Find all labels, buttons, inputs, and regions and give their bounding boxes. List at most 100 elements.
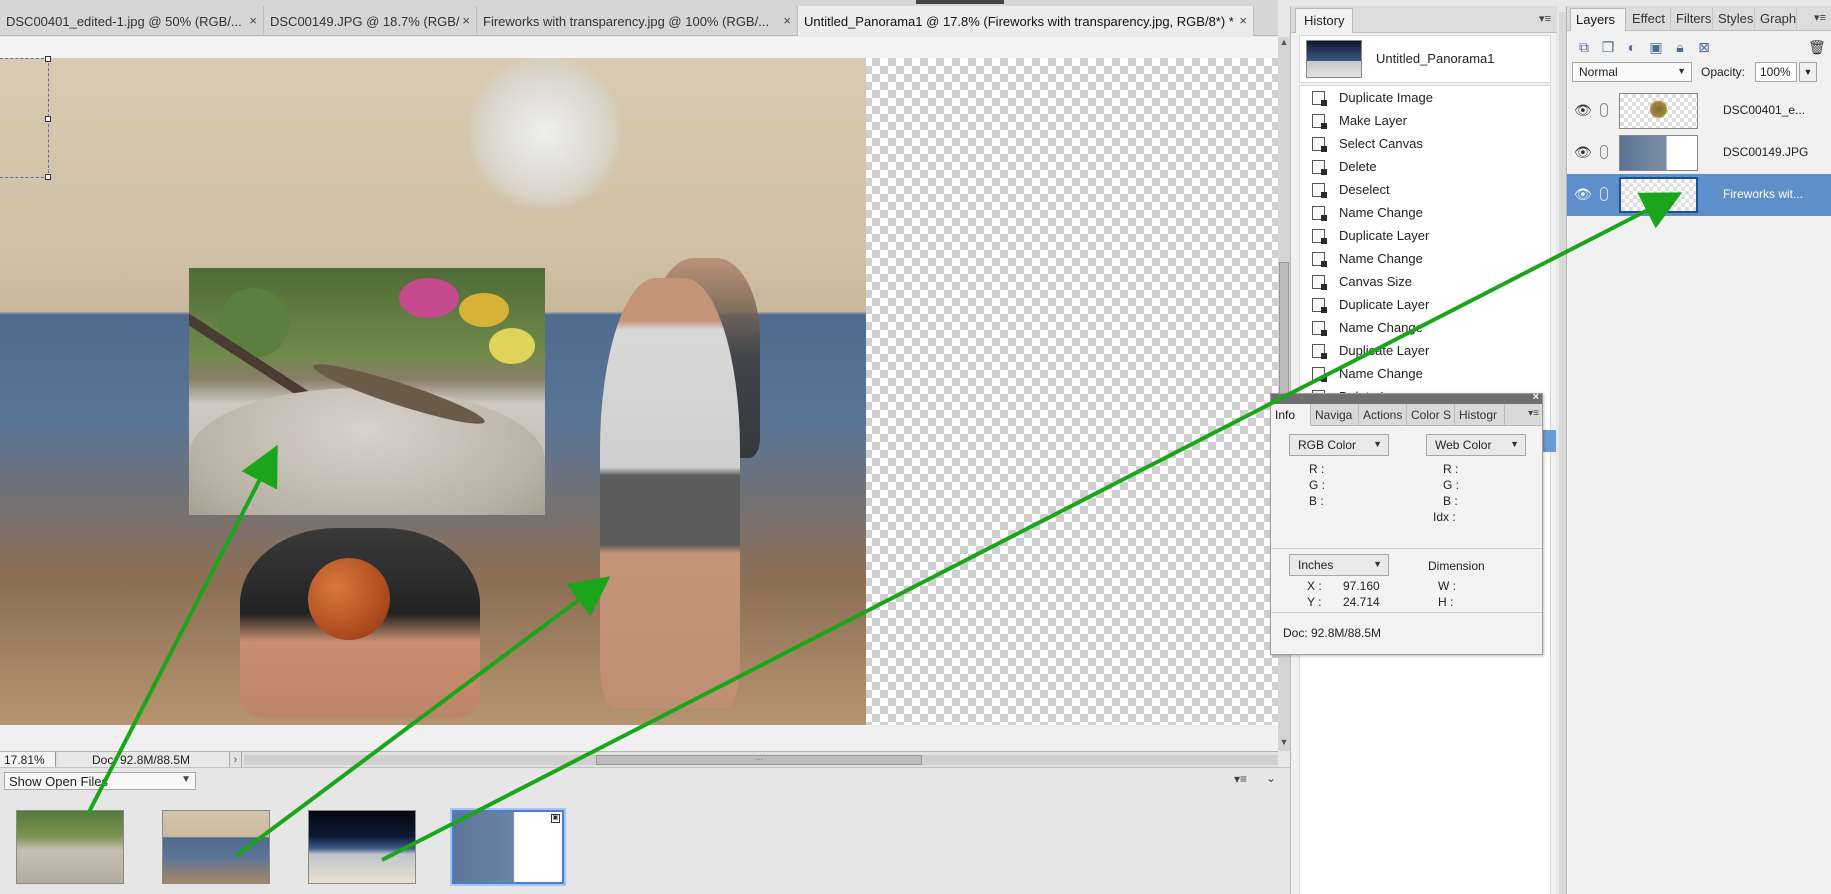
flower: [489, 328, 535, 364]
web-color-select[interactable]: Web Color ▼: [1426, 434, 1526, 456]
eye-icon[interactable]: 👁︎: [1574, 102, 1592, 119]
link-icon[interactable]: [1600, 187, 1608, 201]
tab-color-swatches[interactable]: Color S: [1407, 404, 1455, 426]
panel-menu-icon[interactable]: ▾≡: [1528, 408, 1539, 419]
tab-info[interactable]: Info: [1271, 404, 1311, 426]
close-icon[interactable]: ×: [1533, 391, 1539, 403]
opacity-field[interactable]: 100%: [1755, 62, 1797, 82]
panel-menu-icon[interactable]: ▾≡: [1814, 11, 1826, 24]
tab-dsc00401[interactable]: DSC00401_edited-1.jpg @ 50% (RGB/... ×: [0, 6, 264, 36]
info-b-right: B :: [1443, 494, 1458, 508]
tab-filters[interactable]: Filters: [1671, 8, 1713, 31]
show-open-files-label: Show Open Files: [9, 774, 108, 789]
web-color-label: Web Color: [1435, 438, 1492, 452]
bin-thumb-lizard[interactable]: [16, 810, 124, 884]
layer-row-fireworks[interactable]: 👁︎ Fireworks wit...: [1567, 174, 1831, 216]
close-icon[interactable]: ×: [1239, 13, 1247, 28]
units-select[interactable]: Inches ▼: [1289, 554, 1389, 576]
zoom-field[interactable]: 17.81%: [0, 752, 56, 768]
tab-navigator[interactable]: Naviga: [1311, 404, 1359, 426]
tab-actions[interactable]: Actions: [1359, 404, 1407, 426]
history-item-label: Delete: [1339, 159, 1377, 174]
eye-icon[interactable]: 👁︎: [1574, 144, 1592, 161]
history-item[interactable]: Duplicate Layer: [1300, 339, 1550, 362]
show-open-files-select[interactable]: Show Open Files ▼: [4, 772, 196, 790]
blend-mode-select[interactable]: Normal ▼: [1572, 62, 1692, 82]
horizontal-scroll-thumb[interactable]: ···: [596, 755, 922, 765]
divider: [1271, 612, 1542, 613]
tab-dsc00149[interactable]: DSC00149.JPG @ 18.7% (RGB/... ×: [264, 6, 477, 36]
selection-handle[interactable]: [45, 174, 51, 180]
flower: [399, 278, 459, 318]
history-item[interactable]: Name Change: [1300, 247, 1550, 270]
history-item[interactable]: Deselect: [1300, 178, 1550, 201]
doc-size-readout: Doc: 92.8M/88.5M: [58, 752, 230, 768]
layer-name: Fireworks wit...: [1723, 187, 1804, 201]
new-layer-icon[interactable]: ⧉: [1576, 39, 1592, 55]
status-menu-arrow-icon[interactable]: ›: [230, 752, 242, 768]
info-panel: × Info Naviga Actions Color S Histogr ▾≡…: [1270, 391, 1543, 655]
trash-icon[interactable]: 🗑︎: [1808, 39, 1826, 55]
bin-thumb-panorama[interactable]: ▣: [452, 810, 564, 884]
history-item[interactable]: Duplicate Layer: [1300, 224, 1550, 247]
history-item[interactable]: Delete: [1300, 155, 1550, 178]
link-icon[interactable]: [1600, 103, 1608, 117]
close-icon[interactable]: ×: [462, 13, 470, 28]
tab-graphics[interactable]: Graph: [1755, 8, 1797, 31]
history-state-icon: [1312, 298, 1327, 313]
info-panel-titlebar[interactable]: ×: [1271, 391, 1542, 404]
history-state-icon: [1312, 206, 1327, 221]
tab-styles[interactable]: Styles: [1713, 8, 1755, 31]
close-icon[interactable]: ×: [783, 13, 791, 28]
layer-row-dsc00149[interactable]: 👁︎ DSC00149.JPG: [1567, 132, 1831, 174]
link-icon[interactable]: [1600, 145, 1608, 159]
mask-icon[interactable]: ▣: [1648, 39, 1664, 55]
tab-fireworks[interactable]: Fireworks with transparency.jpg @ 100% (…: [477, 6, 798, 36]
lizard-photo-layer[interactable]: [189, 268, 545, 515]
layer-thumbnail: [1619, 135, 1698, 171]
tab-history[interactable]: History: [1295, 8, 1353, 33]
history-item[interactable]: Canvas Size: [1300, 270, 1550, 293]
player-foreground: [600, 278, 740, 708]
history-item[interactable]: Name Change: [1300, 201, 1550, 224]
selection-marquee[interactable]: [0, 56, 51, 180]
history-item[interactable]: Select Canvas: [1300, 132, 1550, 155]
scroll-up-icon[interactable]: ▲: [1278, 37, 1290, 49]
bin-thumb-basketball[interactable]: [162, 810, 270, 884]
tab-layers[interactable]: Layers: [1570, 8, 1626, 31]
rgb-color-select[interactable]: RGB Color ▼: [1289, 434, 1389, 456]
collapse-icon[interactable]: ⌄: [1266, 771, 1276, 785]
info-g-left: G :: [1309, 478, 1326, 492]
lock-icon[interactable]: 🔒︎: [1672, 39, 1688, 55]
tab-untitled-panorama[interactable]: Untitled_Panorama1 @ 17.8% (Fireworks wi…: [798, 6, 1254, 36]
panel-menu-icon[interactable]: ▾≡: [1539, 12, 1551, 25]
horizontal-scrollbar[interactable]: ···: [244, 755, 1278, 765]
history-snapshot[interactable]: Untitled_Panorama1: [1299, 35, 1551, 83]
history-state-icon: [1312, 275, 1327, 290]
selection-handle[interactable]: [45, 116, 51, 122]
history-item[interactable]: Make Layer: [1300, 109, 1550, 132]
layer-row-dsc00401[interactable]: 👁︎ DSC00401_e...: [1567, 90, 1831, 132]
selection-handle[interactable]: [45, 56, 51, 62]
history-item[interactable]: Name Change: [1300, 362, 1550, 385]
eye-icon[interactable]: 👁︎: [1574, 186, 1592, 203]
bin-thumb-fireworks[interactable]: [308, 810, 416, 884]
layer-name: DSC00149.JPG: [1723, 145, 1809, 159]
history-item[interactable]: Duplicate Layer: [1300, 293, 1550, 316]
canvas-area[interactable]: [0, 37, 1278, 751]
new-group-icon[interactable]: ❐: [1600, 39, 1616, 55]
scroll-down-icon[interactable]: ▼: [1278, 737, 1290, 749]
close-icon[interactable]: ×: [249, 13, 257, 28]
opacity-dropdown-icon[interactable]: ▼: [1799, 62, 1817, 82]
history-item[interactable]: Duplicate Image: [1300, 86, 1550, 109]
gym-window: [470, 58, 620, 208]
lock-all-icon[interactable]: ⊠: [1696, 39, 1712, 55]
history-item[interactable]: Name Change: [1300, 316, 1550, 339]
tab-histogram[interactable]: Histogr: [1455, 404, 1505, 426]
tab-effects[interactable]: Effect: [1627, 8, 1671, 31]
panorama-corner-icon: ▣: [551, 814, 560, 823]
adjustment-layer-icon[interactable]: ◐: [1624, 39, 1640, 55]
tab-label: Fireworks with transparency.jpg @ 100% (…: [483, 13, 770, 29]
info-r-right: R :: [1443, 462, 1459, 476]
panel-menu-icon[interactable]: ▾≡: [1234, 772, 1247, 786]
